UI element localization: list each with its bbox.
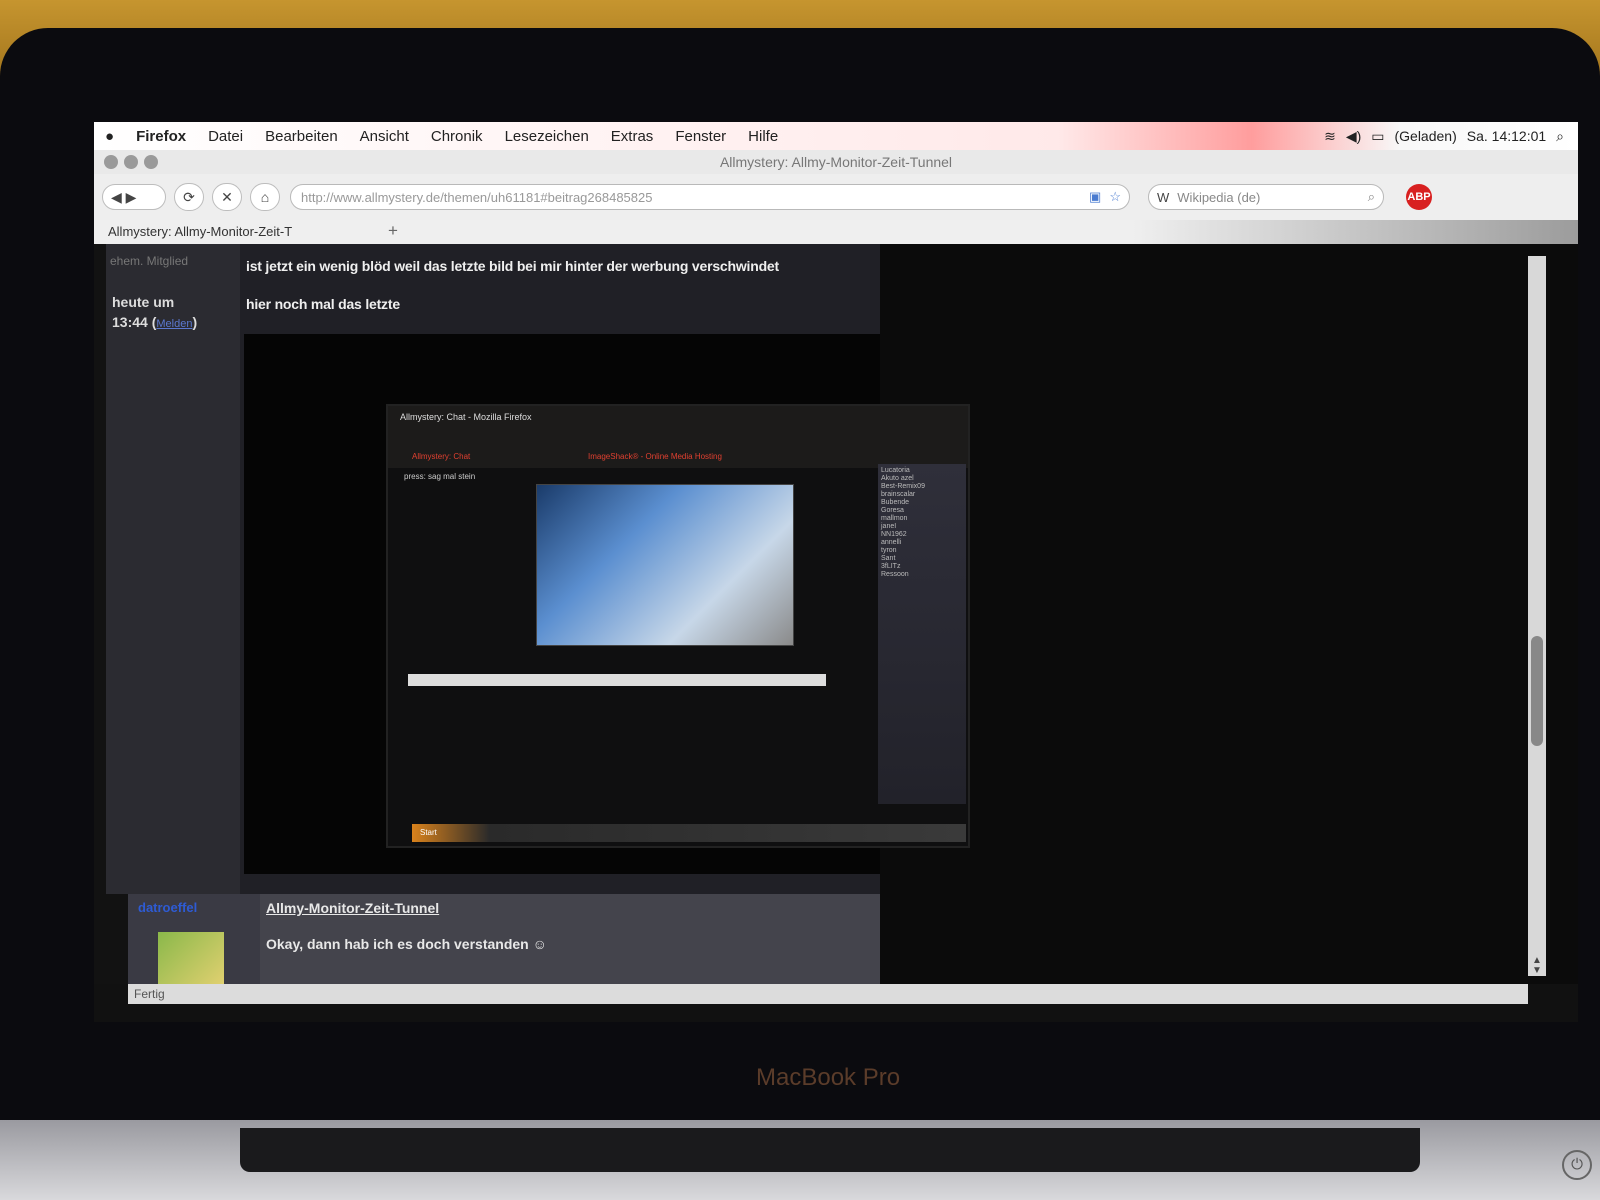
inner-user: mallmon: [881, 515, 908, 522]
clock[interactable]: Sa. 14:12:01: [1467, 128, 1546, 144]
bookmark-star-icon[interactable]: ☆: [1109, 189, 1121, 205]
author-role: ehem. Mitglied: [110, 254, 189, 268]
next-post-body: Allmy-Monitor-Zeit-Tunnel Okay, dann hab…: [260, 894, 880, 984]
post-text-line1: ist jetzt ein wenig blöd weil das letzte…: [246, 258, 779, 274]
inner-user: Sant: [881, 555, 896, 562]
screen: ● Firefox Datei Bearbeiten Ansicht Chron…: [94, 122, 1578, 1022]
next-post-text: Okay, dann hab ich es doch verstanden ☺: [266, 936, 547, 952]
search-box[interactable]: W Wikipedia (de) ⌕: [1148, 184, 1384, 210]
battery-status[interactable]: (Geladen): [1394, 128, 1456, 144]
report-link[interactable]: Melden: [156, 318, 192, 330]
battery-icon[interactable]: ▭: [1371, 128, 1384, 145]
inner-tab-1: Allmystery: Chat: [412, 452, 471, 461]
status-bar: Fertig: [128, 984, 1528, 1004]
wifi-icon[interactable]: ≋: [1324, 128, 1336, 145]
post-time: heute um 13:44 (Melden): [112, 294, 198, 330]
menu-chronik[interactable]: Chronik: [420, 128, 494, 145]
post-time-value: 13:44: [112, 314, 148, 330]
reload-button[interactable]: ⟳: [174, 183, 204, 211]
inner-user: Goresa: [881, 507, 904, 514]
scroll-arrows-icon[interactable]: ▲ ▼: [1532, 956, 1542, 976]
inner-chat-input: [408, 674, 826, 686]
url-text[interactable]: http://www.allmystery.de/themen/uh61181#…: [301, 190, 1089, 205]
tab-bar: Allmystery: Allmy-Monitor-Zeit-T +: [94, 220, 1578, 244]
post-image[interactable]: Allmystery: Chat - Mozilla Firefox Allmy…: [244, 334, 970, 874]
menu-bearbeiten[interactable]: Bearbeiten: [254, 128, 349, 145]
avatar[interactable]: [158, 932, 224, 984]
tab-active[interactable]: Allmystery: Allmy-Monitor-Zeit-T: [108, 224, 292, 239]
page-background-right: [880, 244, 1578, 984]
inner-tab-2: ImageShack® - Online Media Hosting: [588, 452, 722, 461]
inner-screen-photo: Allmystery: Chat - Mozilla Firefox Allmy…: [386, 404, 970, 848]
inner-user: Ressoon: [881, 571, 909, 578]
home-button[interactable]: ⌂: [250, 183, 280, 211]
mac-menubar: ● Firefox Datei Bearbeiten Ansicht Chron…: [94, 122, 1578, 150]
menu-fenster[interactable]: Fenster: [664, 128, 737, 145]
window-title: Allmystery: Allmy-Monitor-Zeit-Tunnel: [719, 154, 953, 170]
inner-user: Lucatoria: [881, 467, 910, 474]
power-icon[interactable]: ⏻: [1562, 1150, 1592, 1180]
volume-icon[interactable]: ◀): [1346, 128, 1361, 145]
inner-user: tyron: [881, 547, 897, 554]
inner-taskbar: Start: [412, 824, 966, 842]
inner-user: brainscalar: [881, 491, 916, 498]
inner-nested-screen: [536, 484, 794, 646]
inner-browser-toolbar: Allmystery: Chat - Mozilla Firefox Allmy…: [388, 406, 968, 468]
url-bar[interactable]: http://www.allmystery.de/themen/uh61181#…: [290, 184, 1130, 210]
inner-window-title: Allmystery: Chat - Mozilla Firefox: [400, 412, 532, 422]
search-input[interactable]: Wikipedia (de): [1177, 190, 1260, 205]
inner-userlist: Lucatoria Akuto azel Best-Remix09 brains…: [878, 464, 966, 804]
forward-icon[interactable]: ▶: [126, 189, 137, 206]
inner-user: Best-Remix09: [881, 483, 925, 490]
rss-icon[interactable]: ▣: [1089, 189, 1101, 205]
spotlight-icon[interactable]: ⌕: [1556, 128, 1564, 145]
window-titlebar: Allmystery: Allmy-Monitor-Zeit-Tunnel: [94, 150, 1578, 175]
next-post-author-column: datroeffel: [128, 894, 260, 984]
stop-button[interactable]: ✕: [212, 183, 242, 211]
inner-user: Akuto azel: [881, 475, 914, 482]
menu-app[interactable]: Firefox: [125, 128, 197, 145]
navigation-toolbar: ◀ ▶ ⟳ ✕ ⌂ http://www.allmystery.de/theme…: [94, 174, 1578, 220]
brand-label: MacBook Pro: [756, 1064, 901, 1091]
menu-datei[interactable]: Datei: [197, 128, 254, 145]
apple-icon[interactable]: ●: [94, 128, 125, 145]
page-content: ehem. Mitglied heute um 13:44 (Melden) i…: [94, 244, 1578, 984]
scroll-thumb[interactable]: [1531, 636, 1543, 746]
inner-user: annelli: [881, 539, 902, 546]
menu-extras[interactable]: Extras: [600, 128, 665, 145]
back-icon[interactable]: ◀: [111, 189, 122, 206]
back-forward-button[interactable]: ◀ ▶: [102, 184, 166, 210]
vertical-scrollbar[interactable]: ▲ ▼: [1528, 256, 1546, 976]
adblock-icon[interactable]: ABP: [1406, 184, 1432, 210]
post-time-prefix: heute um: [112, 294, 175, 310]
post-text-line2: hier noch mal das letzte: [246, 296, 400, 312]
inner-user: janeI: [881, 523, 897, 530]
search-icon[interactable]: ⌕: [1368, 189, 1375, 205]
search-engine-selector[interactable]: W: [1157, 190, 1169, 205]
inner-chat-line: press: sag mal stein: [404, 472, 476, 481]
laptop-hinge: [240, 1128, 1420, 1172]
menu-lesezeichen[interactable]: Lesezeichen: [494, 128, 600, 145]
next-post-author[interactable]: datroeffel: [138, 900, 197, 915]
inner-user: Bubende: [881, 499, 910, 506]
post-author-column: ehem. Mitglied heute um 13:44 (Melden): [106, 244, 240, 894]
inner-user: NN1962: [881, 531, 907, 538]
status-area: ≋ ◀) ▭ (Geladen) Sa. 14:12:01 ⌕: [1324, 128, 1578, 145]
new-tab-button[interactable]: +: [388, 221, 398, 241]
menu-ansicht[interactable]: Ansicht: [349, 128, 420, 145]
next-post-title[interactable]: Allmy-Monitor-Zeit-Tunnel: [266, 900, 439, 916]
menu-hilfe[interactable]: Hilfe: [737, 128, 789, 145]
inner-user: 3fLITz: [881, 563, 901, 570]
